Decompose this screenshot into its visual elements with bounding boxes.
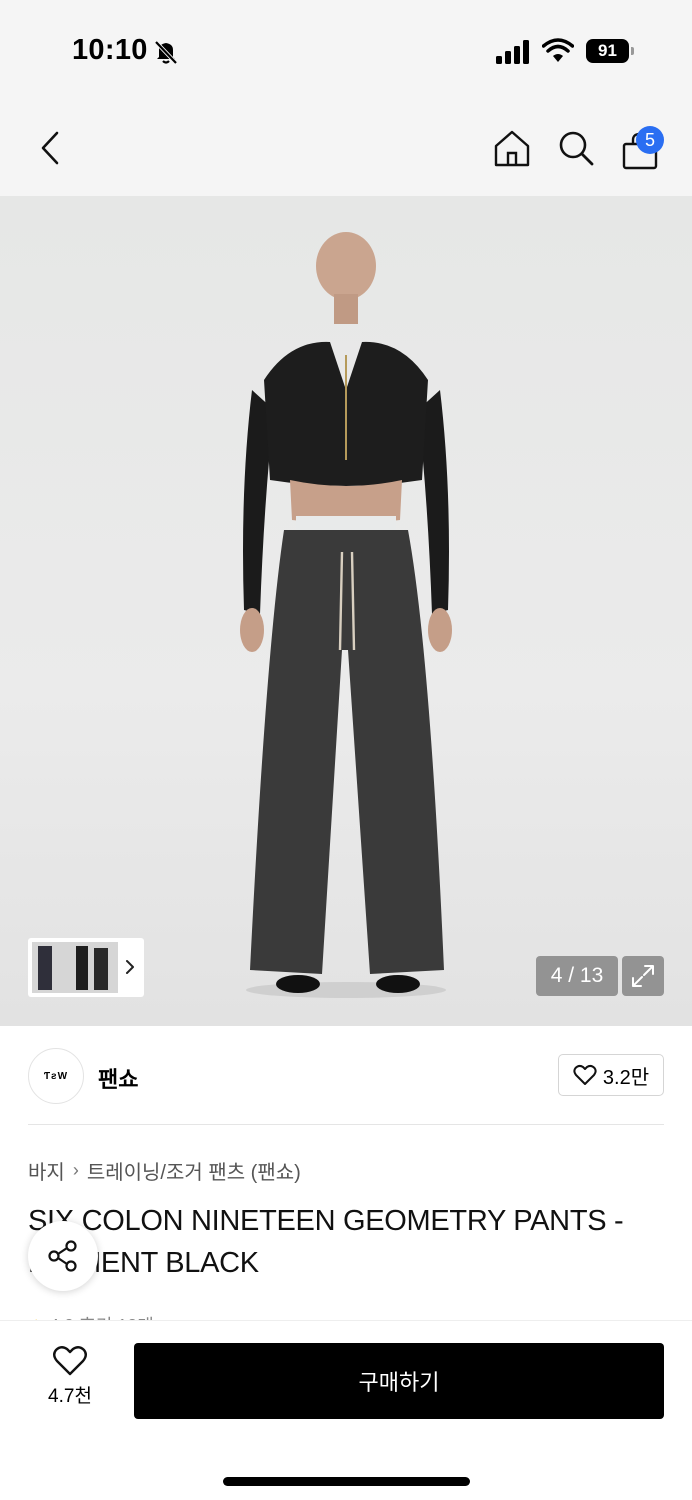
bell-off-icon xyxy=(154,40,178,65)
cellular-signal-icon xyxy=(496,40,529,64)
share-icon xyxy=(48,1240,77,1272)
chevron-right-icon: › xyxy=(72,1160,79,1180)
wishlist-count: 4.7천 xyxy=(48,1386,92,1407)
product-image-gallery[interactable]: 4 / 13 xyxy=(0,196,692,1026)
breadcrumb: 바지 › 트레이닝/조거 팬츠 (팬쇼) xyxy=(28,1156,301,1185)
cart-count-badge: 5 xyxy=(636,126,664,154)
breadcrumb-item-category[interactable]: 트레이닝/조거 팬츠 (팬쇼) xyxy=(87,1156,301,1185)
search-button[interactable] xyxy=(552,100,600,196)
brand-logo-text: ƬƨW xyxy=(43,1070,69,1082)
heart-icon xyxy=(53,1346,87,1376)
status-time: 10:10 xyxy=(72,34,148,66)
thumbnail-image xyxy=(32,942,118,993)
battery-level: 91 xyxy=(586,39,629,63)
wishlist-button[interactable]: 4.7천 xyxy=(30,1345,110,1415)
breadcrumb-item-pants[interactable]: 바지 xyxy=(28,1156,65,1185)
expand-button[interactable] xyxy=(622,956,664,996)
search-icon xyxy=(559,131,594,166)
brand-like-count: 3.2만 xyxy=(602,1066,650,1089)
share-button[interactable] xyxy=(28,1221,98,1291)
chevron-left-icon xyxy=(41,131,59,165)
product-title: SIX COLON NINETEEN GEOMETRY PANTS - PIGM… xyxy=(28,1205,624,1279)
battery-icon: 91 xyxy=(586,39,634,63)
brand-name[interactable]: 팬쇼 xyxy=(98,1062,138,1094)
product-photo xyxy=(240,232,452,998)
home-button[interactable] xyxy=(488,100,536,196)
battery-cap xyxy=(631,47,634,55)
home-icon xyxy=(494,130,530,167)
divider xyxy=(28,1124,664,1125)
image-page-counter: 4 / 13 xyxy=(536,956,618,996)
back-button[interactable] xyxy=(28,100,72,196)
home-indicator xyxy=(223,1477,470,1486)
buy-button[interactable]: 구매하기 xyxy=(134,1343,664,1419)
heart-icon xyxy=(573,1064,597,1085)
bottom-action-bar: 4.7천 구매하기 xyxy=(0,1320,692,1500)
nav-header: 5 xyxy=(0,100,692,196)
cart-button[interactable]: 5 xyxy=(614,100,666,196)
brand-like-button[interactable]: 3.2만 xyxy=(558,1054,664,1096)
wifi-icon xyxy=(542,38,574,62)
chevron-right-icon xyxy=(126,960,134,974)
brand-logo[interactable]: ƬƨW xyxy=(28,1048,84,1104)
expand-icon xyxy=(632,965,654,987)
thumbnail-strip[interactable] xyxy=(28,938,144,997)
brand-row: ƬƨW 팬쇼 3.2만 xyxy=(0,1026,692,1126)
status-bar: 10:10 91 xyxy=(0,0,692,100)
